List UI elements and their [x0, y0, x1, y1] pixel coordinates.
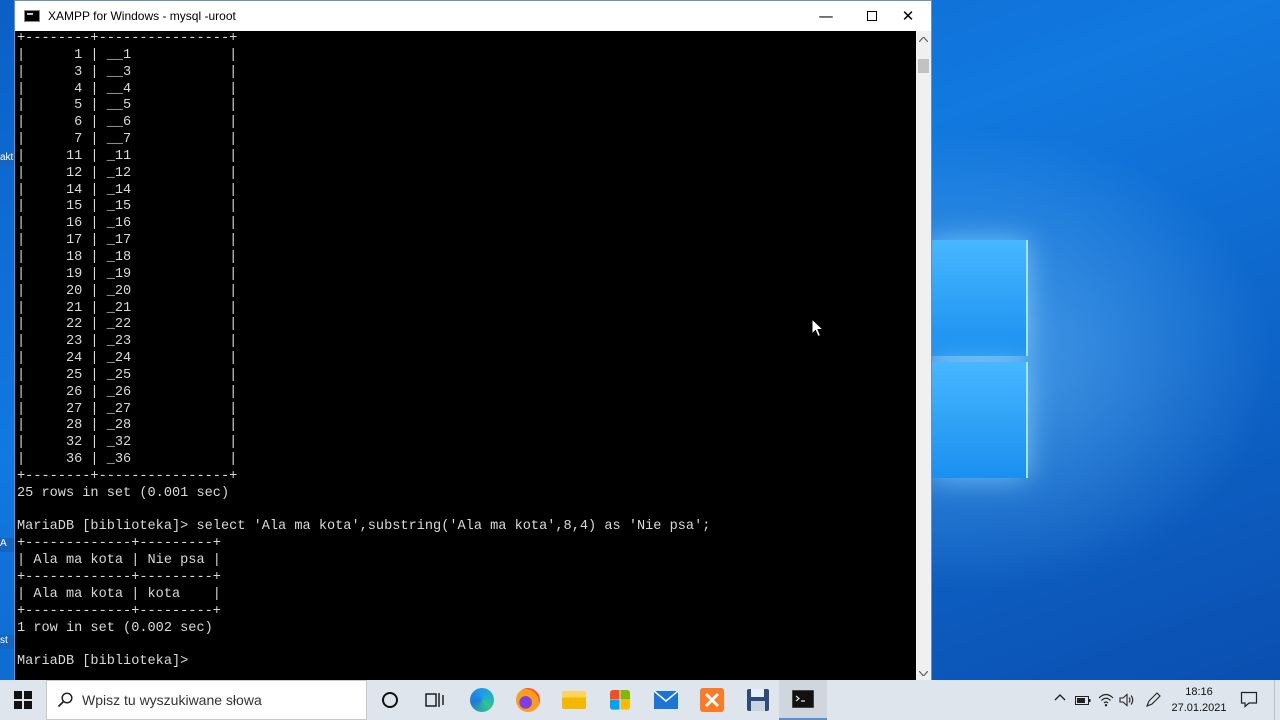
floppy-disk-icon — [747, 689, 769, 711]
taskbar-save-app[interactable] — [735, 680, 781, 720]
show-desktop-button[interactable] — [1274, 680, 1280, 720]
minimize-icon: — — [818, 7, 834, 25]
close-icon: ✕ — [901, 7, 915, 25]
wifi-icon[interactable] — [1098, 693, 1114, 707]
edge-browser-icon — [470, 688, 494, 712]
window-titlebar[interactable]: XAMPP for Windows - mysql -uroot — ✕ — [15, 1, 931, 31]
minimize-button[interactable]: — — [803, 1, 849, 31]
battery-icon[interactable] — [1075, 694, 1091, 706]
windows-logo-wallpaper — [930, 240, 1030, 480]
mail-envelope-icon — [654, 691, 678, 709]
taskbar-edge[interactable] — [459, 680, 505, 720]
window-title: XAMPP for Windows - mysql -uroot — [48, 9, 236, 23]
console-window[interactable]: XAMPP for Windows - mysql -uroot — ✕ +--… — [14, 0, 932, 682]
folder-icon — [562, 691, 586, 709]
terminal-output[interactable]: +--------+----------------+ | 1 | __1 | … — [15, 31, 916, 681]
notification-center-icon[interactable] — [1240, 690, 1258, 708]
pen-input-icon[interactable] — [1145, 692, 1161, 708]
cortana-circle-icon — [382, 692, 398, 708]
console-app-icon — [24, 10, 40, 22]
search-icon — [57, 692, 73, 708]
volume-speaker-icon[interactable] — [1119, 693, 1135, 707]
scroll-up-arrow-icon[interactable] — [916, 31, 931, 47]
terminal-text: +--------+----------------+ | 1 | __1 | … — [17, 31, 711, 670]
taskbar-xampp[interactable] — [689, 680, 735, 720]
scrollbar-thumb[interactable] — [918, 59, 929, 73]
windows-start-icon — [14, 691, 32, 709]
task-view-button[interactable] — [412, 680, 458, 720]
clock-time: 18:16 — [1185, 686, 1213, 698]
maximize-icon — [867, 11, 877, 21]
search-placeholder: Wpisz tu wyszukiwane słowa — [82, 692, 262, 708]
taskbar-store[interactable] — [597, 680, 643, 720]
cortana-button[interactable] — [367, 680, 413, 720]
command-prompt-icon — [792, 690, 814, 708]
task-view-icon — [425, 693, 444, 707]
start-button[interactable] — [0, 680, 46, 720]
taskbar-clock[interactable]: 18:16 27.01.2021 — [1168, 684, 1230, 716]
vertical-scrollbar[interactable] — [916, 31, 931, 681]
taskbar-mail[interactable] — [643, 680, 689, 720]
show-hidden-icons-chevron-icon[interactable] — [1054, 691, 1066, 705]
taskbar-command-prompt[interactable] — [779, 680, 827, 720]
store-bag-icon — [610, 690, 630, 710]
firefox-icon — [516, 688, 540, 712]
clock-date: 27.01.2021 — [1171, 702, 1227, 714]
taskbar-search-box[interactable]: Wpisz tu wyszukiwane słowa — [46, 680, 367, 720]
mouse-pointer-icon — [811, 318, 825, 338]
taskbar-file-explorer[interactable] — [551, 680, 597, 720]
xampp-icon — [700, 688, 724, 712]
close-button[interactable]: ✕ — [885, 1, 931, 31]
scroll-down-arrow-icon[interactable] — [916, 665, 931, 681]
taskbar-firefox[interactable] — [505, 680, 551, 720]
